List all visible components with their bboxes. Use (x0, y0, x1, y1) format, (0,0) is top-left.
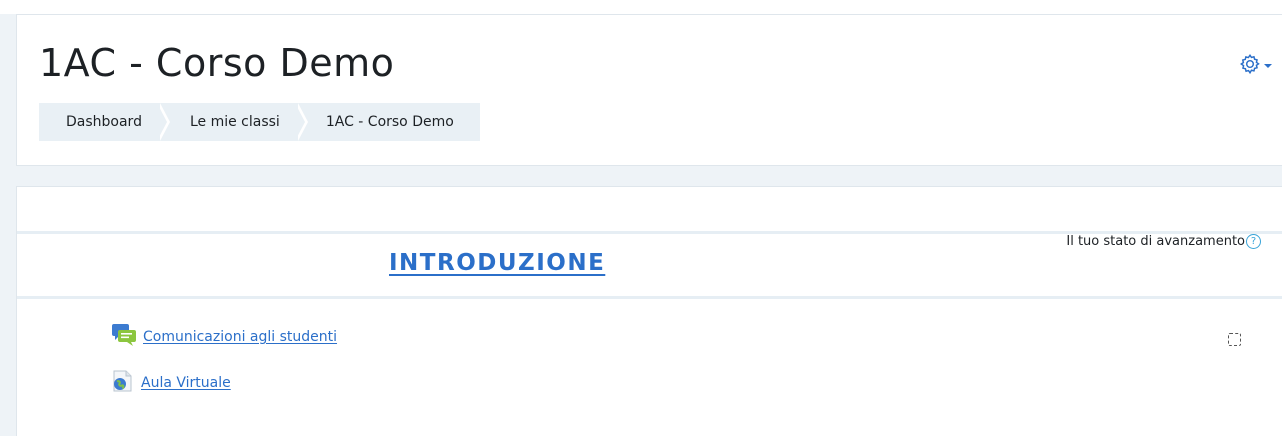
progress-label: Il tuo stato di avanzamento (1066, 234, 1245, 249)
activity-forum[interactable]: Comunicazioni agli studenti (111, 323, 337, 351)
progress-status: Il tuo stato di avanzamento ? (1066, 234, 1261, 249)
help-icon[interactable]: ? (1246, 234, 1261, 249)
activity-link[interactable]: Comunicazioni agli studenti (143, 329, 337, 345)
page-header: 1AC - Corso Demo Dashboard Le mie classi… (16, 14, 1282, 166)
section-title-link[interactable]: INTRODUZIONE (389, 250, 605, 276)
chevron-down-icon (1264, 64, 1272, 68)
section-header: INTRODUZIONE Il tuo stato di avanzamento… (17, 231, 1282, 299)
activity-link[interactable]: Aula Virtuale (141, 375, 231, 391)
activity-url[interactable]: Aula Virtuale (111, 369, 231, 397)
page-title: 1AC - Corso Demo (39, 41, 395, 85)
breadcrumb-item-course[interactable]: 1AC - Corso Demo (298, 103, 480, 141)
url-globe-icon (111, 369, 135, 397)
completion-checkbox[interactable] (1228, 333, 1241, 346)
breadcrumb: Dashboard Le mie classi 1AC - Corso Demo (39, 103, 480, 141)
course-settings-menu[interactable] (1239, 53, 1272, 75)
breadcrumb-item-classes[interactable]: Le mie classi (160, 103, 298, 141)
top-strip (0, 0, 1282, 14)
forum-icon (111, 323, 137, 351)
breadcrumb-item-dashboard[interactable]: Dashboard (39, 103, 160, 141)
gear-icon (1239, 53, 1261, 75)
course-content: INTRODUZIONE Il tuo stato di avanzamento… (16, 186, 1282, 436)
